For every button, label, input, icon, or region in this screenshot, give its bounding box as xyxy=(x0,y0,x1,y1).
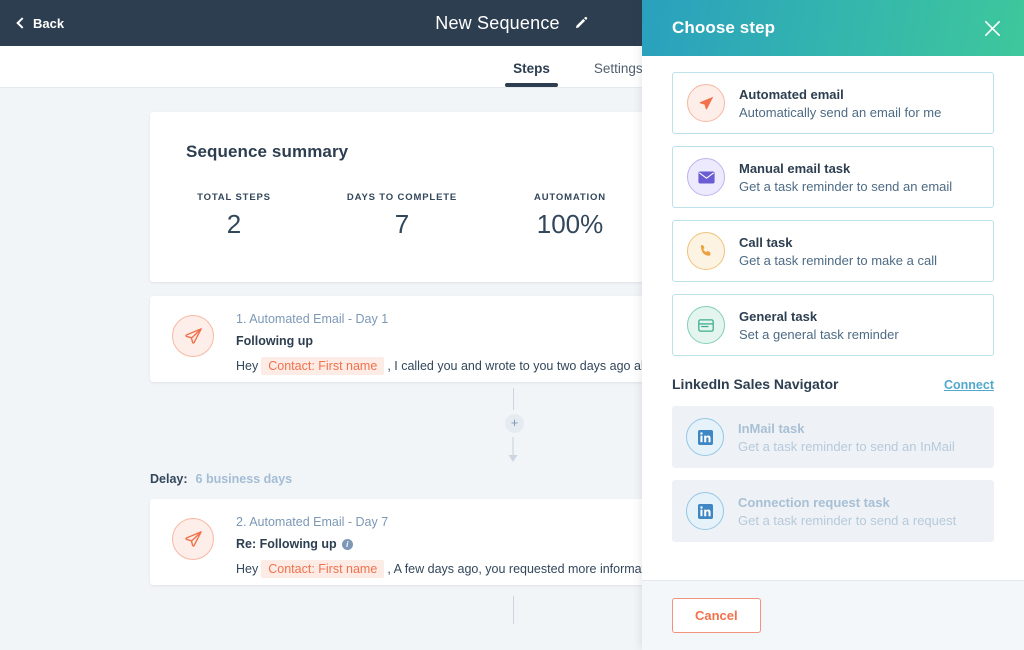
step-connector: + xyxy=(505,388,524,463)
option-title: General task xyxy=(739,308,818,324)
pencil-icon[interactable] xyxy=(574,16,589,31)
info-icon[interactable]: i xyxy=(341,538,353,550)
step-subject-text: Re: Following up xyxy=(236,537,337,551)
option-text: Manual email task Get a task reminder to… xyxy=(739,161,952,194)
option-text: Connection request task Get a task remin… xyxy=(738,495,956,528)
step-option-automated-email[interactable]: Automated email Automatically send an em… xyxy=(672,72,994,134)
page-title: New Sequence xyxy=(435,12,560,33)
connector-line xyxy=(512,596,514,624)
plus-icon[interactable]: + xyxy=(505,414,524,433)
linkedin-icon xyxy=(686,418,724,456)
delay-row[interactable]: Delay: 6 business days xyxy=(150,472,292,486)
step-preview-before: Hey xyxy=(236,359,259,373)
step-icon-wrap xyxy=(172,312,236,375)
tab-settings-label: Settings xyxy=(593,61,643,76)
option-text: InMail task Get a task reminder to send … xyxy=(738,421,955,454)
step-preview-before: Hey xyxy=(236,562,259,576)
linkedin-icon xyxy=(686,492,724,530)
close-icon[interactable] xyxy=(983,19,1002,38)
option-description: Get a task reminder to send a request xyxy=(738,512,957,528)
metric-days-to-complete-label: DAYS TO COMPLETE xyxy=(346,192,458,203)
step-option-general-task[interactable]: General task Set a general task reminder xyxy=(672,294,994,356)
step-icon-wrap xyxy=(172,515,236,578)
metric-automation-value: 100% xyxy=(536,209,604,239)
panel-title: Choose step xyxy=(672,18,776,37)
step-option-call-task[interactable]: Call task Get a task reminder to make a … xyxy=(672,220,994,282)
option-description: Get a task reminder to send an email xyxy=(739,178,953,194)
linkedin-connect-link[interactable]: Connect xyxy=(944,378,994,392)
back-button[interactable]: Back xyxy=(16,15,65,31)
metric-days-to-complete-value: 7 xyxy=(394,209,410,239)
phone-icon xyxy=(687,232,725,270)
option-description: Automatically send an email for me xyxy=(739,104,942,120)
option-text: Automated email Automatically send an em… xyxy=(739,87,941,120)
sequence-editor-screen: Back New Sequence Steps Settings Automat… xyxy=(0,0,1024,650)
metric-automation-label: AUTOMATION xyxy=(533,192,606,203)
metric-total-steps: TOTAL STEPS 2 xyxy=(150,192,318,240)
option-title: Connection request task xyxy=(738,494,890,510)
task-card-icon xyxy=(687,306,725,344)
option-title: Manual email task xyxy=(739,160,851,176)
option-description: Get a task reminder to send an InMail xyxy=(738,438,955,454)
back-button-label: Back xyxy=(33,15,65,31)
step-option-manual-email-task[interactable]: Manual email task Get a task reminder to… xyxy=(672,146,994,208)
option-title: Call task xyxy=(739,234,793,250)
metric-automation: AUTOMATION 100% xyxy=(486,192,654,240)
metric-total-steps-label: TOTAL STEPS xyxy=(197,192,271,203)
choose-step-panel: Choose step Automated email Automaticall… xyxy=(642,0,1024,650)
chevron-left-icon xyxy=(16,16,28,29)
arrow-down-icon xyxy=(508,437,518,462)
option-description: Get a task reminder to make a call xyxy=(739,252,937,268)
connector-line xyxy=(512,388,514,410)
send-icon xyxy=(172,315,214,357)
panel-footer: Cancel xyxy=(642,580,1024,650)
step-option-connection-request-task: Connection request task Get a task remin… xyxy=(672,480,994,542)
metric-total-steps-value: 2 xyxy=(226,209,242,239)
step-subject-text: Following up xyxy=(236,334,314,348)
delay-value: 6 business days xyxy=(195,472,293,486)
option-description: Set a general task reminder xyxy=(739,326,899,342)
option-title: Automated email xyxy=(739,86,844,102)
send-icon xyxy=(172,518,214,560)
panel-header: Choose step xyxy=(642,0,1024,56)
linkedin-section-header: LinkedIn Sales Navigator Connect xyxy=(672,376,994,392)
step-connector-tail xyxy=(505,596,521,624)
panel-body: Automated email Automatically send an em… xyxy=(642,56,1024,580)
send-icon xyxy=(687,84,725,122)
metric-days-to-complete: DAYS TO COMPLETE 7 xyxy=(318,192,486,240)
envelope-icon xyxy=(687,158,725,196)
step-option-inmail-task: InMail task Get a task reminder to send … xyxy=(672,406,994,468)
linkedin-section-title: LinkedIn Sales Navigator xyxy=(672,376,839,392)
option-title: InMail task xyxy=(738,420,805,436)
delay-label: Delay: xyxy=(150,472,188,486)
option-text: General task Set a general task reminder xyxy=(739,309,899,342)
tab-steps-label: Steps xyxy=(513,61,550,76)
tab-steps[interactable]: Steps xyxy=(491,61,572,87)
option-text: Call task Get a task reminder to make a … xyxy=(739,235,937,268)
personalization-token: Contact: First name xyxy=(261,560,385,578)
cancel-button[interactable]: Cancel xyxy=(672,598,761,633)
personalization-token: Contact: First name xyxy=(261,357,385,375)
